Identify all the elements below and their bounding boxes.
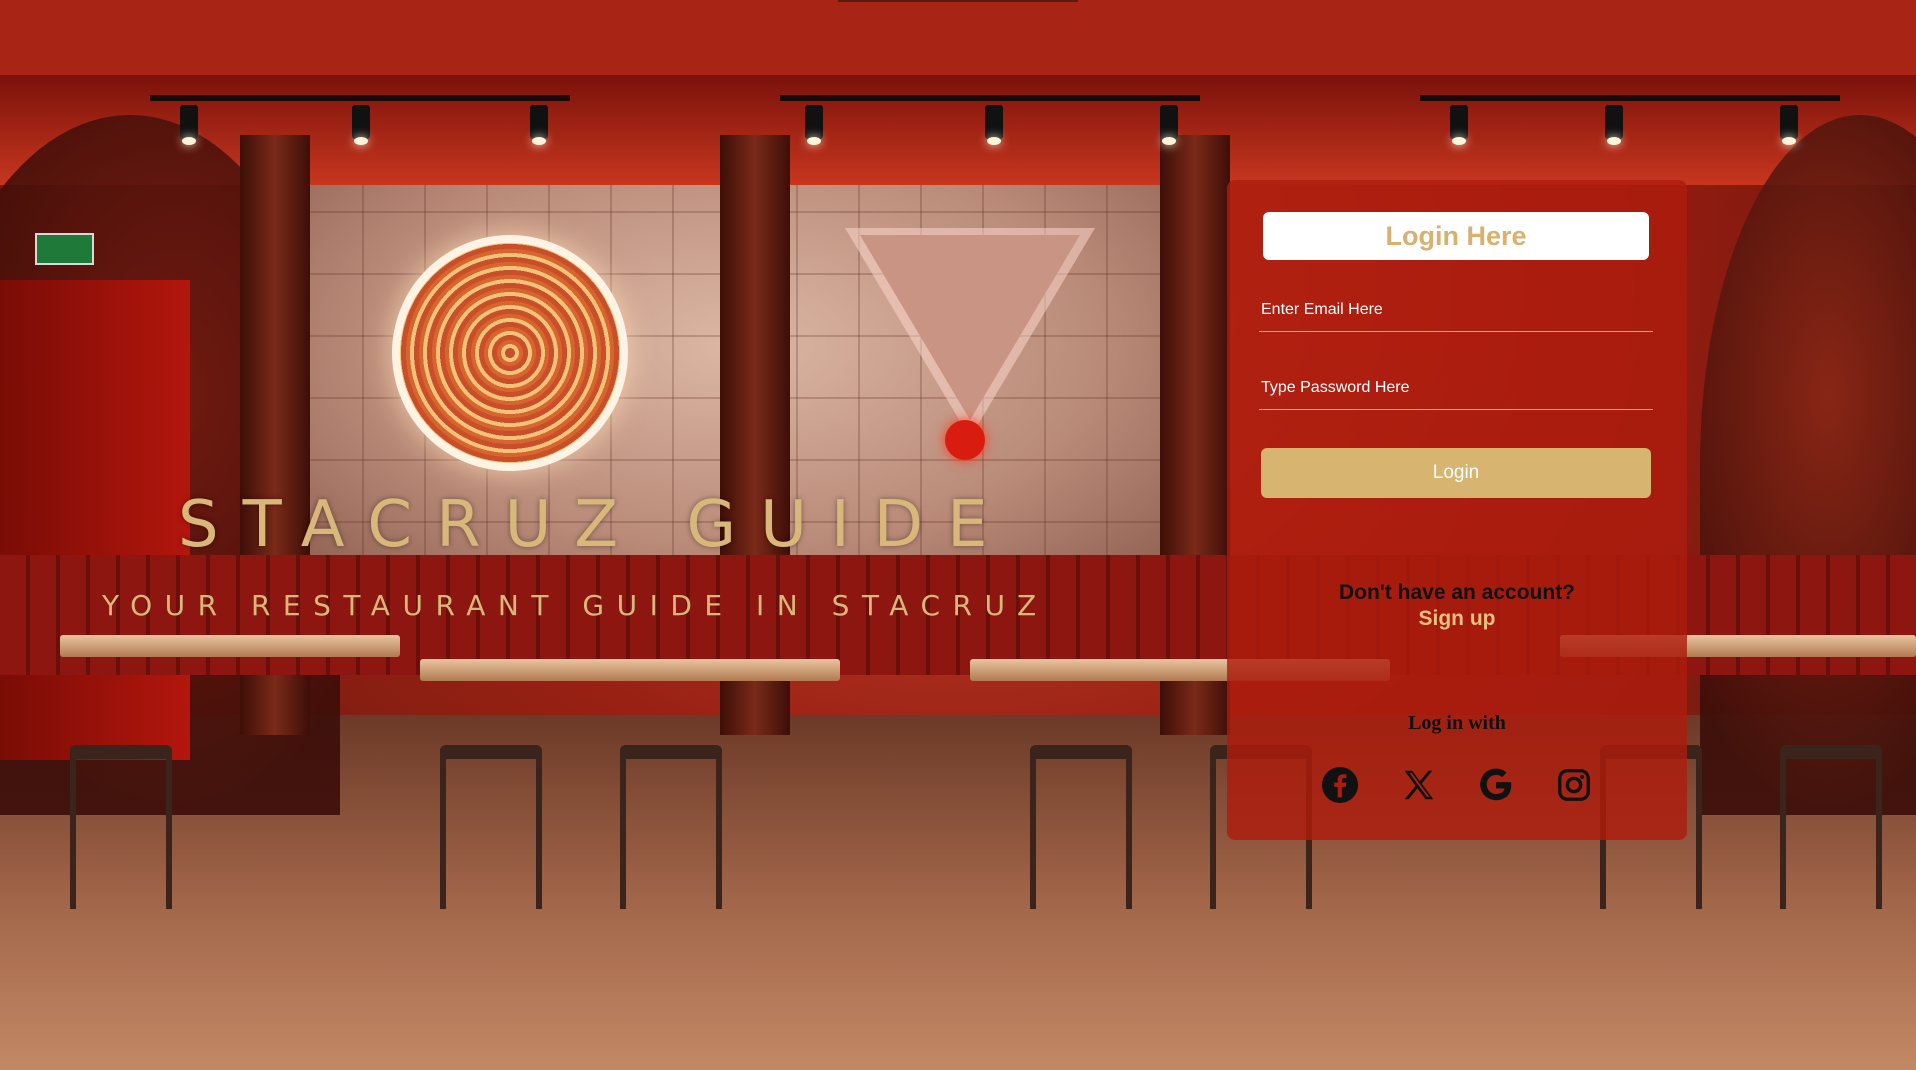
- table: [60, 635, 400, 657]
- signup-block: Don't have an account? Sign up: [1227, 580, 1687, 632]
- neon-dot: [945, 420, 985, 460]
- spotlight: [1160, 105, 1178, 145]
- door: [0, 280, 190, 760]
- instagram-icon[interactable]: [1555, 766, 1593, 804]
- spotlight: [180, 105, 198, 145]
- chair: [1030, 745, 1132, 909]
- spotlight: [1605, 105, 1623, 145]
- top-indicator: [838, 0, 1078, 2]
- signup-prompt: Don't have an account?: [1338, 581, 1576, 604]
- spotlight: [985, 105, 1003, 145]
- login-card: Login Here Login Don't have an account? …: [1227, 180, 1687, 840]
- table: [420, 659, 840, 681]
- light-track: [1420, 95, 1840, 101]
- password-input[interactable]: [1259, 366, 1653, 410]
- chair: [70, 745, 172, 909]
- neon-triangle-inner: [860, 235, 1080, 420]
- chair: [620, 745, 722, 909]
- spotlight: [1450, 105, 1468, 145]
- spotlight: [1780, 105, 1798, 145]
- login-header: Login Here: [1263, 212, 1649, 260]
- social-login-row: [1227, 766, 1687, 804]
- spotlight: [352, 105, 370, 145]
- brand-subtitle: YOUR RESTAURANT GUIDE IN STACRUZ: [102, 589, 1049, 622]
- exit-sign: [35, 233, 94, 265]
- neon-noodle-logo: [392, 235, 628, 471]
- spotlight: [530, 105, 548, 145]
- chair: [1780, 745, 1882, 909]
- login-with-label: Log in with: [1408, 712, 1506, 734]
- signup-link[interactable]: Sign up: [1419, 606, 1496, 632]
- x-icon[interactable]: [1399, 766, 1437, 804]
- google-icon[interactable]: [1477, 766, 1515, 804]
- spotlight: [805, 105, 823, 145]
- chair: [440, 745, 542, 909]
- light-track: [780, 95, 1200, 101]
- light-track: [150, 95, 570, 101]
- email-input[interactable]: [1259, 288, 1653, 332]
- top-bar: [0, 0, 1916, 75]
- arch-right: [1700, 115, 1916, 815]
- brand-title: STACRUZ GUIDE: [178, 488, 1012, 562]
- facebook-icon[interactable]: [1321, 766, 1359, 804]
- login-button[interactable]: Login: [1261, 448, 1651, 498]
